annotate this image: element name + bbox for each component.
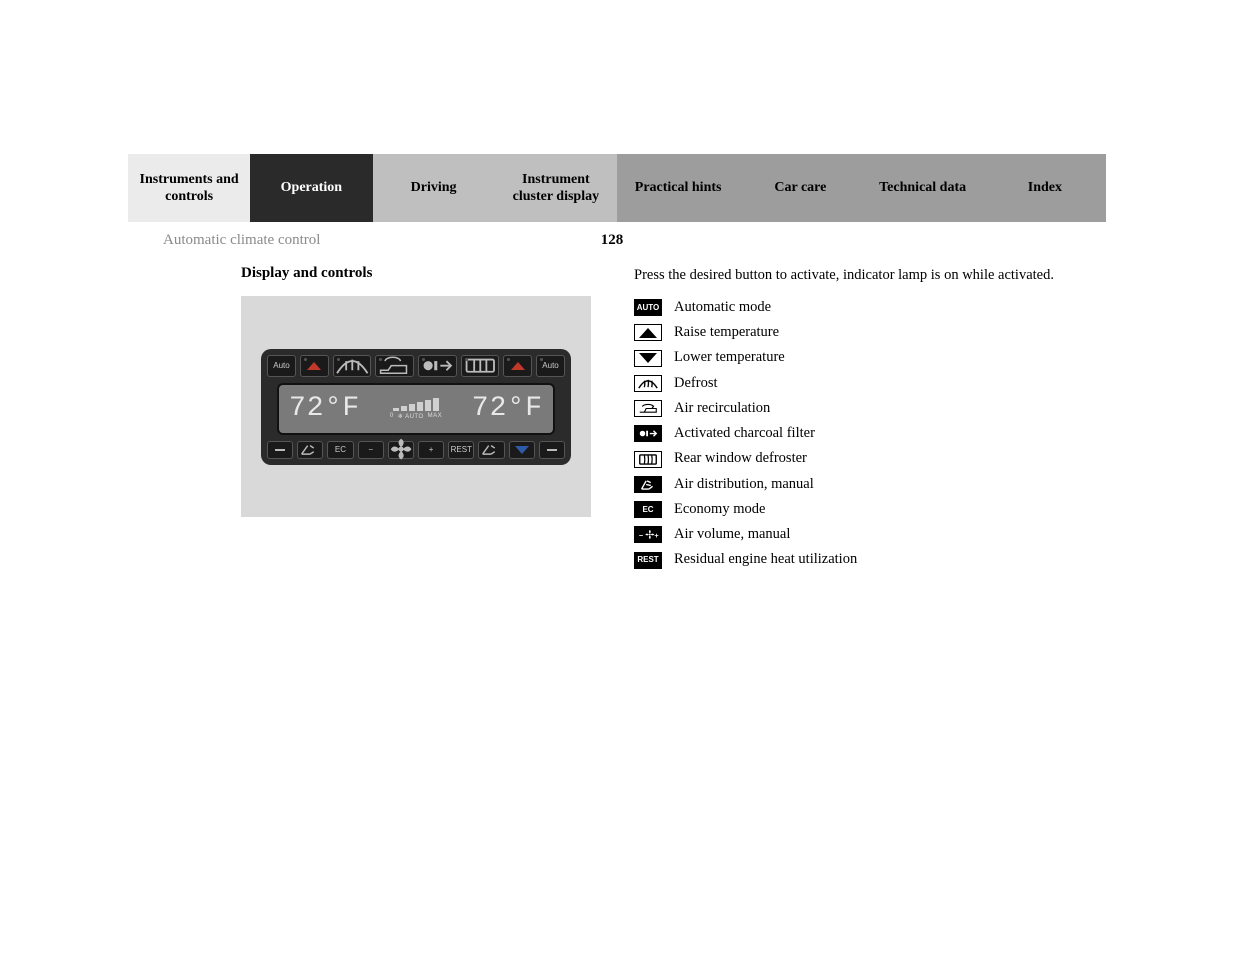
page-number: 128	[601, 232, 624, 249]
tab-label: Instruments and controls	[134, 171, 244, 206]
tab-label: Index	[1028, 179, 1062, 197]
legend-reardef: Rear window defroster	[634, 448, 1104, 470]
tab-label: Practical hints	[635, 179, 722, 197]
rear-defrost-icon	[634, 451, 662, 468]
legend-airvol: −+ Air volume, manual	[634, 524, 1104, 546]
charcoal-icon	[634, 425, 662, 442]
fan-bars: 0 ❄ AUTO MAX	[390, 397, 442, 420]
legend-rest: REST Residual engine heat utilization	[634, 549, 1104, 571]
btn-raise-right	[503, 355, 532, 377]
panel-display: 72°F 0 ❄ AUTO MAX 72	[277, 383, 555, 435]
legend-lower: Lower temperature	[634, 347, 1104, 369]
btn-lower-right-side	[539, 441, 565, 459]
intro-text: Press the desired button to activate, in…	[634, 265, 1104, 287]
panel-top-row: Auto	[267, 355, 565, 377]
legend-label: Lower temperature	[674, 347, 785, 369]
btn-rear-defrost	[461, 355, 500, 377]
btn-vol-plus: +	[418, 441, 444, 459]
btn-lower-right	[509, 441, 535, 459]
btn-airdist-right	[478, 441, 504, 459]
manual-page: Instruments and controls Operation Drivi…	[128, 154, 1106, 575]
lower-temp-icon	[634, 350, 662, 367]
left-temp: 72°F	[289, 393, 360, 424]
climate-panel-figure: Auto	[241, 296, 591, 517]
recirc-icon	[634, 400, 662, 417]
tab-operation[interactable]: Operation	[250, 154, 372, 222]
legend-label: Rear window defroster	[674, 448, 807, 470]
right-temp: 72°F	[472, 393, 543, 424]
legend-charcoal: Activated charcoal filter	[634, 423, 1104, 445]
nav-tabs: Instruments and controls Operation Drivi…	[128, 154, 1106, 222]
raise-temp-icon	[634, 324, 662, 341]
btn-raise-left	[300, 355, 329, 377]
legend-label: Automatic mode	[674, 297, 771, 319]
tab-techdata[interactable]: Technical data	[862, 154, 984, 222]
legend-raise: Raise temperature	[634, 322, 1104, 344]
tab-driving[interactable]: Driving	[373, 154, 495, 222]
left-column: Display and controls Auto	[128, 265, 634, 575]
legend-airdist: Air distribution, manual	[634, 474, 1104, 496]
tab-label: Driving	[411, 179, 457, 197]
legend-label: Air volume, manual	[674, 524, 790, 546]
auto-icon: AUTO	[634, 299, 662, 316]
content: Display and controls Auto	[128, 249, 1106, 575]
btn-ec: EC	[327, 441, 353, 459]
legend-label: Economy mode	[674, 499, 765, 521]
legend-auto: AUTO Automatic mode	[634, 297, 1104, 319]
panel-bottom-row: EC − + REST	[267, 441, 565, 459]
btn-rest: REST	[448, 441, 474, 459]
btn-auto-right: Auto	[536, 355, 565, 377]
tab-hints[interactable]: Practical hints	[617, 154, 739, 222]
climate-panel: Auto	[261, 349, 571, 465]
btn-fan	[388, 441, 414, 459]
legend-label: Residual engine heat utilization	[674, 549, 857, 571]
btn-auto-left: Auto	[267, 355, 296, 377]
btn-vol-minus: −	[358, 441, 384, 459]
tab-label: Instrument cluster display	[501, 171, 611, 206]
legend-label: Defrost	[674, 373, 718, 395]
rest-icon: REST	[634, 552, 662, 569]
legend-label: Activated charcoal filter	[674, 423, 815, 445]
svg-text:−: −	[639, 532, 643, 541]
tab-cluster[interactable]: Instrument cluster display	[495, 154, 617, 222]
tab-label: Car care	[774, 179, 826, 197]
air-volume-icon: −+	[634, 526, 662, 543]
tab-index[interactable]: Index	[984, 154, 1106, 222]
legend-defrost: Defrost	[634, 373, 1104, 395]
defrost-icon	[634, 375, 662, 392]
right-column: Press the desired button to activate, in…	[634, 265, 1104, 575]
tab-label: Operation	[281, 179, 342, 197]
btn-charcoal	[418, 355, 457, 377]
tab-label: Technical data	[879, 179, 966, 197]
section-header: Automatic climate control 128	[128, 222, 1106, 249]
section-title: Automatic climate control	[163, 232, 611, 249]
btn-recirc	[375, 355, 414, 377]
ec-icon: EC	[634, 501, 662, 518]
btn-airdist-left	[297, 441, 323, 459]
legend-label: Raise temperature	[674, 322, 779, 344]
legend-recirc: Air recirculation	[634, 398, 1104, 420]
left-heading: Display and controls	[241, 265, 634, 282]
tab-carcare[interactable]: Car care	[739, 154, 861, 222]
svg-text:+: +	[654, 532, 658, 541]
btn-defrost	[333, 355, 372, 377]
airdist-icon	[634, 476, 662, 493]
btn-lower-left-side	[267, 441, 293, 459]
legend-label: Air recirculation	[674, 398, 770, 420]
legend-ec: EC Economy mode	[634, 499, 1104, 521]
legend-label: Air distribution, manual	[674, 474, 814, 496]
tab-instruments[interactable]: Instruments and controls	[128, 154, 250, 222]
